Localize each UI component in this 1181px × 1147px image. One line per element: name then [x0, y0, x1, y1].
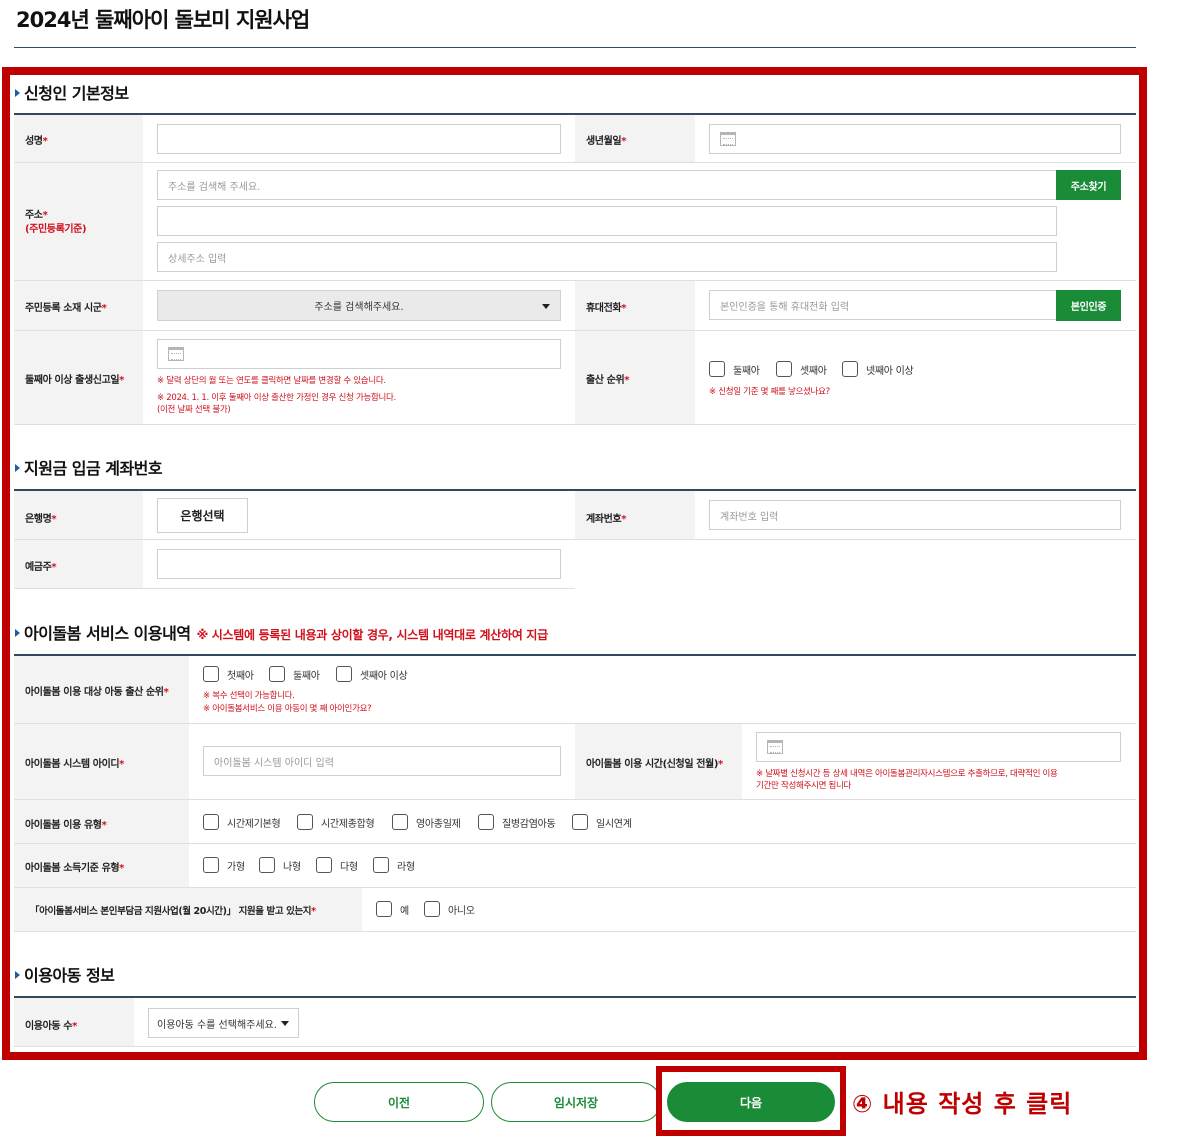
- page-title: 2024년 둘째아이 돌보미 지원사업: [16, 8, 310, 32]
- title-divider: [14, 47, 1136, 48]
- next-button-highlight: [656, 1066, 846, 1136]
- form-highlight-frame: [2, 67, 1147, 1060]
- instruction-callout: ④ 내용 작성 후 클릭: [852, 1090, 1073, 1118]
- temp-save-button[interactable]: 임시저장: [491, 1082, 661, 1122]
- prev-button[interactable]: 이전: [314, 1082, 484, 1122]
